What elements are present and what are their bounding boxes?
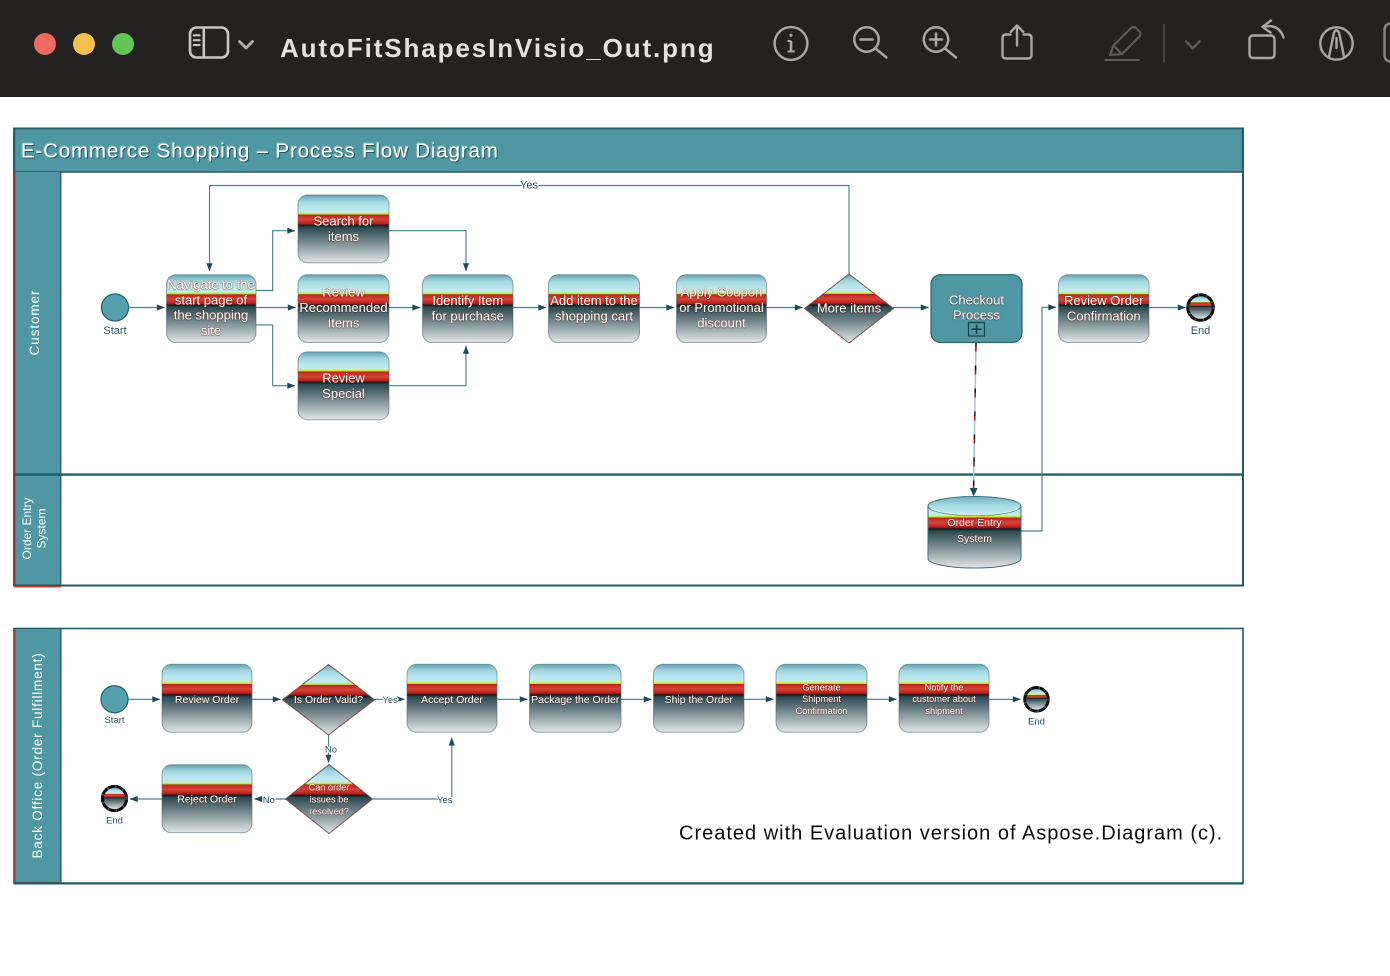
svg-text:site: site <box>201 323 221 338</box>
svg-text:Yes: Yes <box>382 695 398 706</box>
svg-text:start page of: start page of <box>175 293 248 308</box>
svg-text:More items: More items <box>817 301 882 316</box>
svg-text:Accept Order: Accept Order <box>421 694 483 706</box>
svg-text:Add item to the: Add item to the <box>550 293 637 308</box>
svg-text:Order Entry: Order Entry <box>20 497 34 559</box>
svg-text:Review: Review <box>322 285 365 300</box>
svg-text:Is Order Valid?: Is Order Valid? <box>294 694 363 706</box>
svg-text:System: System <box>957 533 992 545</box>
svg-text:Search for: Search for <box>314 214 375 229</box>
svg-text:Yes: Yes <box>437 795 453 806</box>
svg-text:Process: Process <box>953 308 1000 323</box>
svg-text:Can order: Can order <box>309 782 350 792</box>
svg-text:Ship the Order: Ship the Order <box>665 694 734 706</box>
svg-text:No: No <box>263 795 275 806</box>
svg-text:or Promotional: or Promotional <box>679 300 764 315</box>
svg-text:Created with Evaluation versio: Created with Evaluation version of Aspos… <box>679 823 1223 845</box>
svg-text:System: System <box>35 508 49 548</box>
svg-text:Review Order: Review Order <box>1064 293 1144 308</box>
svg-text:Start: Start <box>104 715 124 726</box>
svg-text:End: End <box>106 816 123 827</box>
svg-text:Package the Order: Package the Order <box>531 694 620 706</box>
svg-text:Items: Items <box>328 316 360 331</box>
svg-text:discount: discount <box>697 316 746 331</box>
svg-text:customer about: customer about <box>912 694 976 704</box>
svg-text:Checkout: Checkout <box>949 293 1004 308</box>
svg-text:the shopping: the shopping <box>174 308 248 323</box>
svg-text:items: items <box>328 229 360 244</box>
svg-text:Special: Special <box>322 386 365 401</box>
svg-text:resolved?: resolved? <box>309 806 349 816</box>
svg-text:Generate: Generate <box>802 683 840 693</box>
svg-text:Reject Order: Reject Order <box>177 794 237 806</box>
svg-text:Back Office (Order Fulfillment: Back Office (Order Fulfillment) <box>30 652 45 858</box>
svg-text:shipment: shipment <box>925 706 963 716</box>
svg-text:Notify the: Notify the <box>925 683 964 693</box>
svg-text:Review Order: Review Order <box>175 694 240 706</box>
svg-text:End: End <box>1191 325 1211 337</box>
svg-text:Apply Coupon: Apply Coupon <box>681 285 763 300</box>
svg-text:Navigate to the: Navigate to the <box>167 277 254 292</box>
svg-text:Yes: Yes <box>520 180 538 192</box>
svg-text:Confirmation: Confirmation <box>1067 309 1141 324</box>
svg-text:End: End <box>1028 717 1045 728</box>
svg-text:Shipment: Shipment <box>802 694 841 704</box>
svg-text:Review: Review <box>322 371 365 386</box>
svg-text:Confirmation: Confirmation <box>795 706 847 716</box>
svg-text:issues be: issues be <box>310 794 349 804</box>
svg-text:Recommended: Recommended <box>299 300 387 315</box>
svg-text:No: No <box>325 744 337 755</box>
svg-text:Order Entry: Order Entry <box>947 517 1002 529</box>
svg-text:E-Commerce Shopping – Process: E-Commerce Shopping – Process Flow Diagr… <box>21 140 499 163</box>
svg-text:shopping cart: shopping cart <box>555 309 633 324</box>
svg-text:Start: Start <box>103 325 126 337</box>
svg-text:Customer: Customer <box>27 290 42 356</box>
svg-text:for purchase: for purchase <box>432 309 504 324</box>
svg-text:Identify Item: Identify Item <box>432 293 503 308</box>
